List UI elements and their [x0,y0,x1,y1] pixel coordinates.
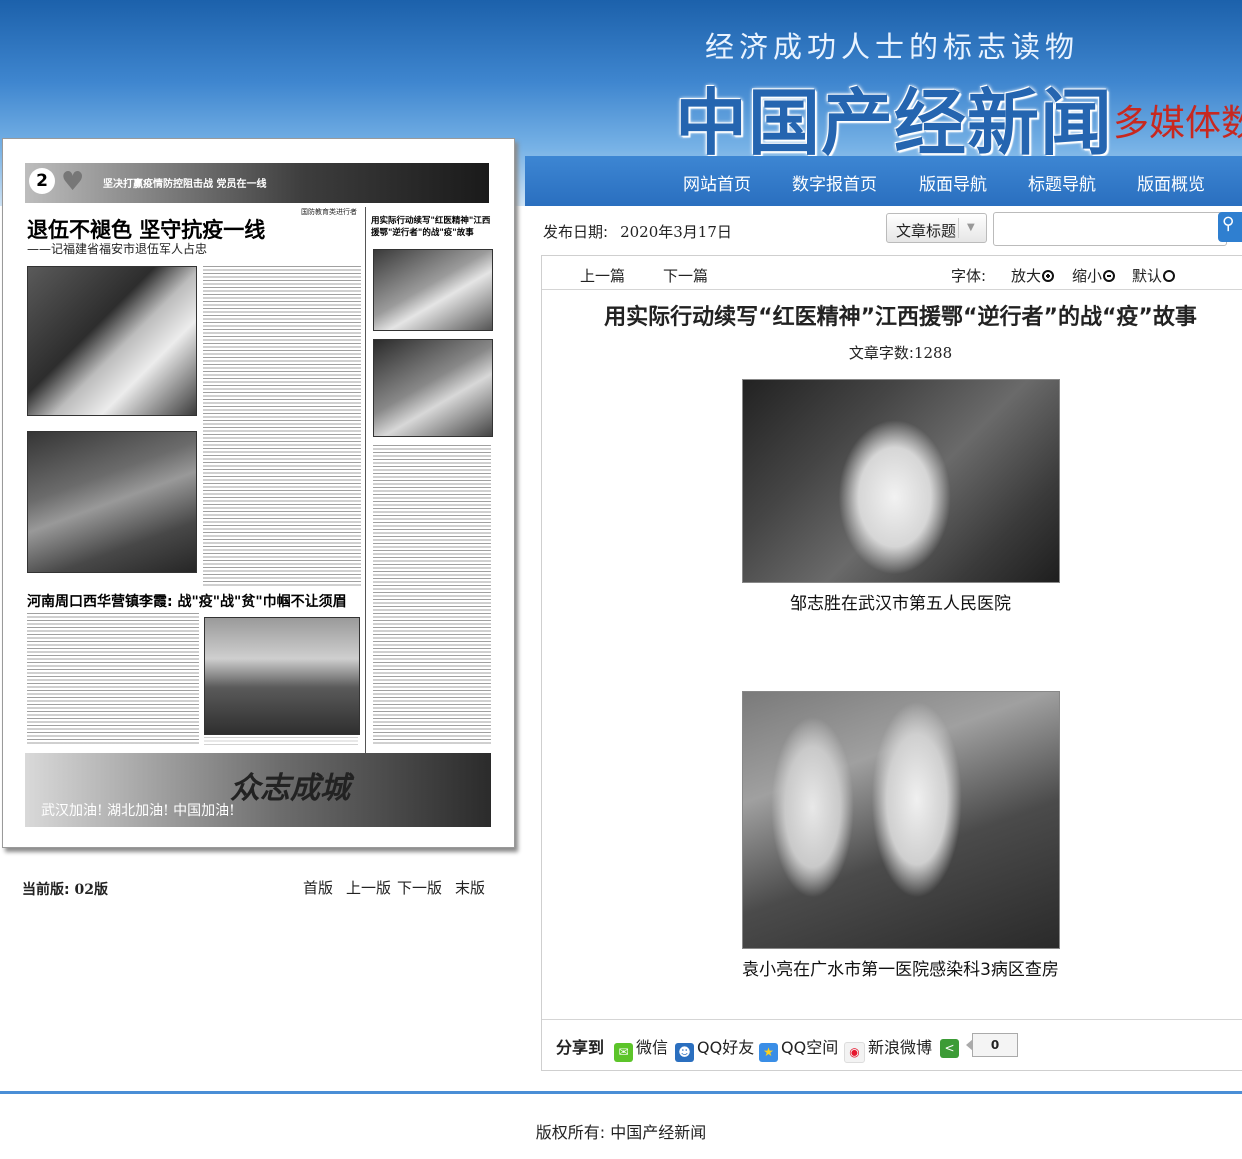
site-logo[interactable]: 中国产经新闻 [675,64,1113,169]
paper-subheadline: ——记福建省福安市退伍军人占忠 [27,242,208,256]
article-title: 用实际行动续写“红医精神”江西援鄂“逆行者”的战“疫”故事 [604,305,1197,330]
page-number: 2 [29,168,55,194]
site-sublogo: 多媒体数 [1113,103,1242,144]
word-count-label: 文章字数: [848,344,914,362]
default-size-icon [1163,270,1176,282]
zoom-out-icon [1103,270,1116,282]
paper-text-block-2 [373,445,491,745]
search-type-value: 文章标题 [896,222,957,240]
paper-photo-3[interactable] [373,249,493,331]
share-bar: 分享到 ✉ 微信 ☻ QQ好友 ★ QQ空间 ◉ 新浪微博 < 0 [542,1019,1242,1072]
current-page-label: 当前版: [22,882,70,898]
paper-photo-2[interactable] [27,431,197,573]
search-input[interactable] [993,212,1227,246]
default-size-label: 默认 [1132,267,1163,285]
prev-article-link[interactable]: 上一篇 [580,265,625,286]
main-nav: 网站首页 数字报首页 版面导航 标题导航 版面概览 [525,156,1242,206]
word-count-value: 1288 [913,344,953,362]
column-tag: 国防教育类进行者 [301,208,357,216]
select-divider [958,218,959,238]
search-type-select[interactable]: 文章标题 ▼ [886,213,987,243]
qq-icon: ☻ [675,1043,694,1062]
share-qzone-label: QQ空间 [781,1038,839,1057]
zoom-in-icon [1042,270,1055,282]
search-icon: ⚲ [1222,214,1235,234]
share-qq-friend[interactable]: ☻ QQ好友 [675,1034,754,1062]
page-banner: 2 ♥ 坚决打赢疫情防控阻击战 党员在一线 [25,163,489,203]
footer-slogan: 众志成城 [230,771,350,806]
share-weibo-label: 新浪微博 [868,1038,933,1057]
paper-photo-1[interactable] [27,266,197,416]
paper-text-block-1 [203,266,361,586]
photo-2-caption: 袁小亮在广水市第一医院感染科3病区查房 [742,960,1059,980]
heart-emblem-icon: ♥ [61,167,85,197]
zoom-out-label: 缩小 [1072,267,1103,285]
chevron-down-icon: ▼ [967,222,975,233]
share-more[interactable]: < [940,1034,962,1058]
wechat-icon: ✉ [614,1043,633,1062]
paper-headline-2[interactable]: 河南周口西华营镇李霞: 战"疫"战"贫"巾帼不让须眉 [27,591,347,611]
first-page-link[interactable]: 首版 [303,877,333,898]
share-label: 分享到 [556,1038,605,1057]
article-toolbar: 上一篇 下一篇 字体: 放大 缩小 默认 [542,256,1242,290]
paper-photo-5[interactable] [204,617,360,735]
nav-page-nav[interactable]: 版面导航 [919,170,987,195]
paper-footer-banner: 众志成城 武汉加油! 湖北加油! 中国加油! [25,753,491,827]
footer-divider [0,1091,1242,1094]
current-page-indicator: 当前版: 02版 [22,879,108,899]
share-weibo[interactable]: ◉ 新浪微博 [844,1034,932,1063]
share-qq-friend-label: QQ好友 [697,1038,755,1057]
publish-date-label: 发布日期: [543,223,609,241]
article-photo-1[interactable] [742,379,1060,583]
nav-page-overview[interactable]: 版面概览 [1137,170,1205,195]
share-count: 0 [966,1033,1018,1057]
next-page-link[interactable]: 下一版 [397,877,442,898]
search-button[interactable]: ⚲ [1218,212,1242,242]
zoom-in-button[interactable]: 放大 [1011,265,1055,286]
font-size-label: 字体: [951,267,987,285]
share-wechat[interactable]: ✉ 微信 [614,1034,668,1062]
copyright: 版权所有: 中国产经新闻 [535,1123,707,1142]
default-size-button[interactable]: 默认 [1132,265,1176,286]
nav-epaper-home[interactable]: 数字报首页 [792,170,877,195]
zoom-in-label: 放大 [1011,267,1042,285]
prev-page-link[interactable]: 上一版 [346,877,391,898]
paper-text-block-3 [27,613,199,745]
word-count: 文章字数:1288 [542,342,1242,363]
share-qzone[interactable]: ★ QQ空间 [759,1034,838,1062]
paper-right-headline[interactable]: 用实际行动续写"红医精神"江西援鄂"逆行者"的战"疫"故事 [371,215,495,239]
current-page-value: 02版 [74,882,108,898]
footer-cheer: 武汉加油! 湖北加油! 中国加油! [41,803,235,819]
site-tagline: 经济成功人士的标志读物 [705,30,1080,64]
banner-title: 坚决打赢疫情防控阻击战 党员在一线 [103,179,267,190]
publish-date-value: 2020年3月17日 [620,223,732,241]
last-page-link[interactable]: 末版 [455,877,485,898]
paper-photo-4[interactable] [373,339,493,437]
share-wechat-label: 微信 [636,1038,669,1057]
paper-caption-line [204,737,358,747]
article-photo-2[interactable] [742,691,1060,949]
photo-1-caption: 邹志胜在武汉市第五人民医院 [790,594,1011,614]
nav-title-nav[interactable]: 标题导航 [1028,170,1096,195]
publish-date: 发布日期: 2020年3月17日 [543,221,732,242]
share-icon: < [940,1039,959,1058]
next-article-link[interactable]: 下一篇 [663,265,708,286]
column-divider [365,207,366,797]
nav-home[interactable]: 网站首页 [683,170,751,195]
zoom-out-button[interactable]: 缩小 [1072,265,1116,286]
qzone-star-icon: ★ [759,1043,778,1062]
weibo-icon: ◉ [844,1042,865,1063]
newspaper-page-preview[interactable]: 2 ♥ 坚决打赢疫情防控阻击战 党员在一线 国防教育类进行者 退伍不褪色 坚守抗… [2,138,515,848]
